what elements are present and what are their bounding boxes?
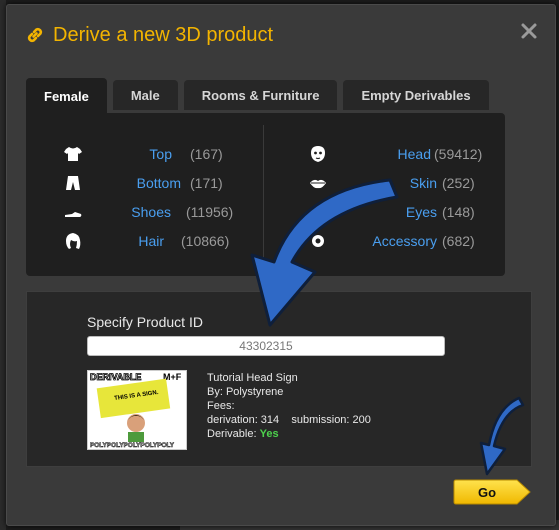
category-label-accessory[interactable]: Accessory: [372, 233, 437, 249]
category-label-head[interactable]: Head: [398, 146, 431, 162]
derivable-label: Derivable:: [207, 428, 257, 440]
category-count-hair: (10866): [181, 233, 230, 249]
pants-icon: [66, 176, 80, 190]
category-count-accessory: (682): [442, 233, 475, 249]
eye-icon: [309, 207, 327, 216]
category-count-bottom: (171): [190, 175, 223, 191]
derivation-fee: derivation: 314: [207, 414, 280, 426]
category-row-hair[interactable]: Hair (10866): [26, 230, 263, 252]
accessory-icon: [312, 235, 324, 247]
go-button[interactable]: Go: [453, 479, 531, 505]
category-row-accessory[interactable]: Accessory (682): [264, 230, 505, 252]
tab-empty-derivables[interactable]: Empty Derivables: [343, 80, 489, 110]
product-fees-values: derivation: 314 submission: 200: [207, 413, 371, 427]
category-count-eyes: (148): [442, 204, 475, 220]
hair-icon: [66, 233, 81, 249]
tab-male[interactable]: Male: [112, 80, 178, 110]
category-panel: Top (167) Bottom (171) Shoes (11956) Hai…: [26, 113, 505, 276]
category-count-head: (59412): [434, 146, 483, 162]
category-label-hair[interactable]: Hair: [138, 233, 164, 249]
tab-female[interactable]: Female: [26, 78, 107, 114]
category-row-top[interactable]: Top (167): [26, 143, 263, 165]
category-label-bottom[interactable]: Bottom: [137, 175, 181, 191]
product-info: Tutorial Head Sign By: Polystyrene Fees:…: [207, 371, 371, 441]
product-creator: By: Polystyrene: [207, 386, 284, 398]
thumb-top-left: DERIVABLE: [90, 372, 141, 382]
go-button-label: Go: [477, 484, 497, 500]
category-row-head[interactable]: Head (59412): [264, 143, 505, 165]
product-thumbnail: DERIVABLE M+F THIS IS A SIGN. POLYPOLYPO…: [87, 370, 187, 450]
category-label-skin[interactable]: Skin: [410, 175, 437, 191]
category-tabs: Female Male Rooms & Furniture Empty Deri…: [26, 78, 489, 114]
derivable-value: Yes: [259, 428, 279, 440]
shirt-icon: [64, 147, 82, 161]
thumb-bottom-text: POLYPOLYPOLYPOLYPOLY: [90, 442, 175, 449]
category-label-top[interactable]: Top: [149, 146, 172, 162]
category-label-eyes[interactable]: Eyes: [406, 204, 437, 220]
category-row-bottom[interactable]: Bottom (171): [26, 172, 263, 194]
product-name: Tutorial Head Sign: [207, 372, 298, 384]
head-icon: [311, 146, 325, 162]
product-id-panel: Specify Product ID DERIVABLE M+F THIS IS…: [26, 291, 532, 467]
derive-dialog: Derive a new 3D product Female Male Room…: [6, 4, 556, 526]
lips-icon: [310, 179, 326, 189]
thumbnail-image: DERIVABLE M+F THIS IS A SIGN. POLYPOLYPO…: [88, 371, 186, 449]
category-row-skin[interactable]: Skin (252): [264, 172, 505, 194]
product-derivable: Derivable: Yes: [207, 427, 371, 441]
category-count-top: (167): [190, 146, 223, 162]
submission-fee: submission: 200: [291, 414, 371, 426]
category-row-eyes[interactable]: Eyes (148): [264, 201, 505, 223]
product-fees-label: Fees:: [207, 400, 235, 412]
shoe-icon: [65, 212, 82, 217]
category-label-shoes[interactable]: Shoes: [131, 204, 171, 220]
dialog-title: Derive a new 3D product: [25, 21, 273, 49]
product-id-label: Specify Product ID: [87, 314, 203, 330]
product-id-input[interactable]: [87, 336, 445, 356]
category-row-shoes[interactable]: Shoes (11956): [26, 201, 263, 223]
category-count-skin: (252): [442, 175, 475, 191]
category-count-shoes: (11956): [186, 204, 234, 220]
tab-rooms-furniture[interactable]: Rooms & Furniture: [183, 80, 338, 110]
close-icon[interactable]: [517, 19, 541, 43]
link-icon: [27, 27, 43, 43]
dialog-title-text: Derive a new 3D product: [53, 23, 274, 46]
